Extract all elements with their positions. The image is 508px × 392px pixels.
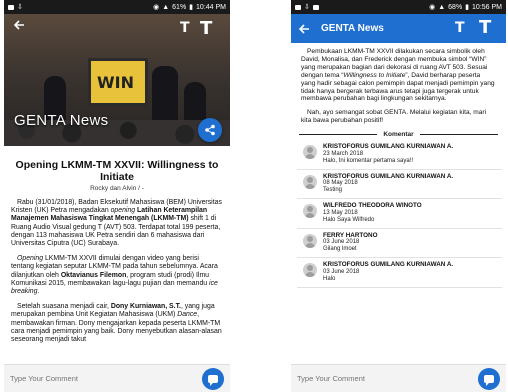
- battery-icon: ▮: [465, 4, 470, 11]
- notification-icons: ⇩: [295, 3, 319, 11]
- comment-input[interactable]: [297, 374, 478, 383]
- text-size-small-icon[interactable]: T: [180, 20, 190, 36]
- article-body: Opening LKMM-TM XXVII: Willingness to In…: [4, 146, 230, 344]
- paragraph-3: Setelah suasana menjadi cair, Dony Kurni…: [11, 303, 222, 344]
- battery-icon: ▮: [189, 4, 194, 11]
- comment-send-icon: [208, 374, 218, 386]
- notification-icons: ⇩: [8, 3, 23, 11]
- comment-item: KRISTOFORUS GUMILANG KURNIAWAN A. 03 June…: [297, 258, 502, 288]
- battery-level: 68%: [448, 3, 463, 11]
- comment-input[interactable]: [10, 374, 202, 383]
- comment-send-button[interactable]: [202, 367, 224, 390]
- wifi-icon: ◉: [429, 4, 436, 11]
- comment-text: Halo, Ini komentar pertama saya!!: [323, 157, 414, 164]
- avatar-placeholder-icon: [303, 263, 317, 278]
- comment-author: WILFREDO THEODORA WINOTO: [323, 202, 422, 210]
- text-size-large-icon[interactable]: T: [200, 18, 212, 39]
- comment-item: KRISTOFORUS GUMILANG KURNIAWAN A. 08 May …: [297, 170, 502, 200]
- comment-date: 23 March 2018: [323, 150, 364, 157]
- comment-item: KRISTOFORUS GUMILANG KURNIAWAN A. 23 Marc…: [297, 140, 502, 170]
- text-size-small-icon[interactable]: T: [455, 20, 465, 36]
- comment-send-icon: [484, 374, 494, 386]
- avatar-placeholder-icon: [303, 204, 317, 219]
- avatar-placeholder-icon: [303, 174, 317, 189]
- komentar-divider: Komentar: [299, 131, 498, 138]
- clock: 10:56 PM: [472, 3, 502, 11]
- comments-screen: ⇩ ◉ ▲ 68% ▮ 10:56 PM GENTA News T T Pemb…: [291, 0, 506, 392]
- hero-image: WIN T T GENTA News: [4, 14, 230, 146]
- comment-author: KRISTOFORUS GUMILANG KURNIAWAN A.: [323, 172, 454, 180]
- comment-date: 03 June 2018: [323, 268, 360, 275]
- article-author: Rocky dan Alvin / -: [90, 185, 144, 192]
- back-arrow-icon[interactable]: [12, 18, 26, 32]
- paragraph-2: Nah, ayo semangat sobat GENTA. Melalui k…: [301, 109, 487, 125]
- comment-text: Gilang lmoet: [323, 246, 357, 253]
- paragraph-2: Opening LKMM-TM XXVII dimulai dengan vid…: [11, 255, 218, 296]
- wifi-icon: ◉: [153, 4, 160, 11]
- paragraph-1: Pembukaan LKMM-TM XXVII dilakukan secara…: [301, 48, 495, 103]
- signal-icon: ▲: [162, 3, 170, 11]
- system-status: ◉ ▲ 61% ▮ 10:44 PM: [153, 3, 226, 12]
- app-title: GENTA News: [321, 23, 384, 34]
- status-bar: ⇩ ◉ ▲ 68% ▮ 10:56 PM: [291, 0, 506, 14]
- comment-author: KRISTOFORUS GUMILANG KURNIAWAN A.: [323, 143, 454, 151]
- avatar-placeholder-icon: [303, 233, 317, 248]
- stage-screen: WIN: [88, 58, 148, 106]
- comment-text: Halo: [323, 275, 336, 282]
- text-size-large-icon[interactable]: T: [479, 17, 491, 38]
- status-bar: ⇩ ◉ ▲ 61% ▮ 10:44 PM: [4, 0, 230, 14]
- signal-icon: ▲: [438, 3, 446, 11]
- comment-date: 03 June 2018: [323, 239, 360, 246]
- back-arrow-icon[interactable]: [297, 22, 311, 36]
- share-icon: [205, 124, 215, 136]
- paragraph-1: Rabu (31/01/2018), Badan Eksekutif Mahas…: [11, 199, 222, 248]
- comment-item: WILFREDO THEODORA WINOTO 13 May 2018 Halo …: [297, 199, 502, 229]
- comment-author: FERRY HARTONO: [323, 231, 378, 239]
- avatar-placeholder-icon: [303, 145, 317, 160]
- article-body: Pembukaan LKMM-TM XXVII dilakukan secara…: [291, 43, 506, 125]
- clock: 10:44 PM: [196, 3, 226, 11]
- app-bar: GENTA News T T: [291, 14, 506, 43]
- comment-author: KRISTOFORUS GUMILANG KURNIAWAN A.: [323, 261, 454, 269]
- hero-title: GENTA News: [14, 112, 109, 129]
- comment-bar: [291, 364, 506, 392]
- system-status: ◉ ▲ 68% ▮ 10:56 PM: [429, 3, 502, 12]
- comment-bar: [4, 364, 230, 392]
- comment-list: KRISTOFORUS GUMILANG KURNIAWAN A. 23 Marc…: [291, 140, 506, 288]
- article-title: Opening LKMM-TM XXVII: Willingness to In…: [15, 159, 219, 183]
- comment-item: FERRY HARTONO 03 June 2018 Gilang lmoet: [297, 229, 502, 259]
- comment-text: Testing: [323, 187, 343, 194]
- comment-send-button[interactable]: [478, 367, 500, 390]
- battery-level: 61%: [172, 3, 187, 11]
- comment-text: Halo Saya Wilfredo: [323, 216, 375, 223]
- comment-date: 13 May 2018: [323, 209, 358, 216]
- article-screen: ⇩ ◉ ▲ 61% ▮ 10:44 PM WIN T T GENTA News …: [4, 0, 230, 392]
- share-button[interactable]: [198, 118, 222, 142]
- comment-date: 08 May 2018: [323, 180, 358, 187]
- komentar-label: Komentar: [383, 131, 414, 139]
